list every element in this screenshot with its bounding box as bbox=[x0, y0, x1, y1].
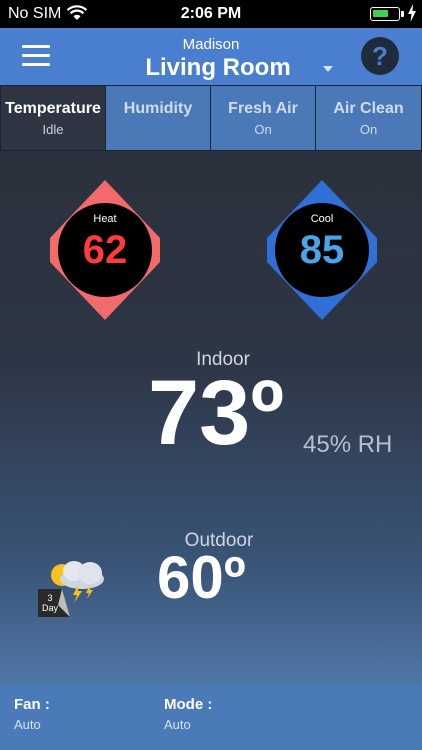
heat-up-arrow[interactable] bbox=[65, 180, 145, 202]
outdoor-temperature: 60º bbox=[157, 544, 246, 611]
heat-down-arrow[interactable] bbox=[65, 298, 145, 320]
header: Madison Living Room ? bbox=[0, 28, 422, 85]
fan-control[interactable]: Fan : Auto bbox=[14, 696, 50, 732]
room-selector[interactable]: Living Room bbox=[0, 54, 422, 82]
fan-value: Auto bbox=[14, 717, 41, 732]
heat-label: Heat bbox=[93, 213, 117, 225]
indoor-temperature: 73º bbox=[148, 362, 284, 464]
location-name: Madison bbox=[182, 36, 240, 53]
tab-bar: Temperature Idle Humidity Fresh Air On A… bbox=[0, 85, 422, 151]
tab-label: Humidity bbox=[123, 100, 193, 117]
cool-label: Cool bbox=[310, 213, 334, 225]
mode-value: Auto bbox=[164, 717, 191, 732]
chevron-down-icon[interactable] bbox=[322, 65, 334, 73]
tab-status: Idle bbox=[42, 122, 64, 137]
tab-humidity[interactable]: Humidity bbox=[106, 86, 210, 150]
tab-status: On bbox=[359, 122, 378, 137]
battery-icon bbox=[370, 7, 400, 21]
tab-air-clean[interactable]: Air Clean On bbox=[316, 86, 421, 150]
mode-control[interactable]: Mode : Auto bbox=[164, 696, 212, 732]
cool-up-arrow[interactable] bbox=[282, 180, 362, 202]
tab-status: On bbox=[254, 122, 272, 137]
bottom-bar: Fan : Auto Mode : Auto bbox=[0, 684, 422, 750]
tab-label: Air Clean bbox=[333, 100, 404, 117]
tab-label: Fresh Air bbox=[228, 100, 298, 117]
status-bar: No SIM 2:06 PM bbox=[0, 0, 422, 28]
tab-label: Temperature bbox=[5, 100, 101, 117]
charging-bolt-icon bbox=[408, 4, 416, 22]
heat-setpoint-value: 62 bbox=[82, 228, 128, 272]
indoor-humidity: 45% RH bbox=[303, 431, 393, 458]
battery-tip bbox=[401, 11, 404, 17]
status-time: 2:06 PM bbox=[180, 5, 242, 22]
tab-temperature[interactable]: Temperature Idle bbox=[1, 86, 105, 150]
cool-down-arrow[interactable] bbox=[282, 298, 362, 320]
mode-label: Mode : bbox=[164, 696, 213, 713]
forecast-label: 3 Day bbox=[41, 593, 58, 613]
three-day-forecast-button[interactable]: 3 Day bbox=[38, 557, 110, 619]
cool-setpoint-value: 85 bbox=[299, 228, 345, 272]
cool-setpoint: Cool 85 bbox=[267, 180, 377, 320]
heat-setpoint: Heat 62 bbox=[50, 180, 160, 320]
help-button[interactable]: ? bbox=[361, 37, 399, 75]
tab-fresh-air[interactable]: Fresh Air On bbox=[211, 86, 315, 150]
main-panel: Heat 62 Cool 85 Indoor 73º 45% RH Outdoo… bbox=[0, 151, 422, 684]
fan-label: Fan : bbox=[14, 696, 50, 713]
